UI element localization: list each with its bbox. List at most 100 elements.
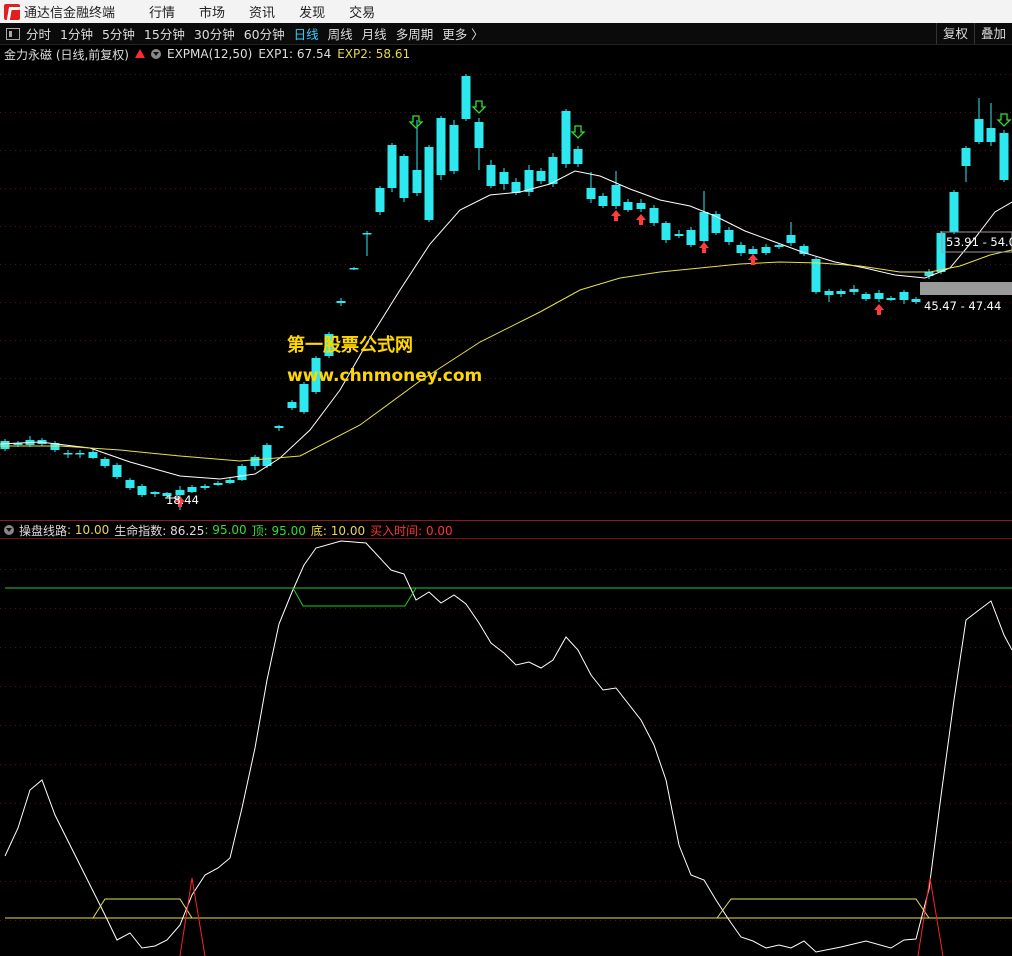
candle-body xyxy=(237,466,247,480)
candle-body xyxy=(724,230,734,242)
life-index-line xyxy=(4,540,1012,953)
exp1-line xyxy=(0,170,1012,480)
buy-time-label: 买入时间: 0.00 xyxy=(370,523,453,538)
low-price-label: 18.44 xyxy=(166,493,199,507)
candle-body xyxy=(250,457,260,466)
candle-body xyxy=(424,147,434,220)
candle-body xyxy=(274,426,284,428)
life-index-label: 生命指数: 86.25 xyxy=(114,523,205,538)
candle-body xyxy=(336,301,346,303)
candle-body xyxy=(287,402,297,408)
candle-body xyxy=(213,483,223,485)
bottom-zone-marker-2 xyxy=(716,898,930,919)
candle-body xyxy=(125,480,135,488)
candle-body xyxy=(461,76,471,119)
candle-body xyxy=(511,182,521,193)
bottom-zone-marker-1 xyxy=(92,898,193,919)
buy-signal-arrow xyxy=(611,210,621,221)
arrow-up-icon xyxy=(135,48,145,58)
candle-body xyxy=(636,203,646,209)
candle-body xyxy=(137,486,147,495)
candle-body xyxy=(686,230,696,245)
box-label-upper: 53.91 - 54.0 xyxy=(946,235,1012,249)
candle-body xyxy=(63,453,73,455)
candle-body xyxy=(961,148,971,166)
candle-body xyxy=(699,212,709,241)
candle-body xyxy=(661,223,671,240)
candle-body xyxy=(548,157,558,184)
candle-body xyxy=(187,487,197,492)
candle-body xyxy=(299,384,309,412)
sub-value-1: : 10.00 xyxy=(67,523,110,537)
sub-indicator-menu-icon[interactable] xyxy=(4,525,14,535)
buy-signal-arrow xyxy=(874,304,884,315)
signal-arrows xyxy=(175,100,1012,507)
bottom-level-label: 底: 10.00 xyxy=(310,523,366,538)
candle-body xyxy=(561,111,571,164)
watermark-url: www.chnmoney.com xyxy=(287,366,483,386)
candle-body xyxy=(474,122,484,148)
candle-body xyxy=(399,156,409,198)
main-chart-infobar: 金力永磁 (日线,前复权) EXPMA(12,50) EXP1: 67.54 E… xyxy=(0,45,416,63)
candle-body xyxy=(886,298,896,300)
exp2-line xyxy=(0,249,1012,462)
candle-body xyxy=(499,172,509,184)
candle-body xyxy=(861,294,871,299)
exp2-value: EXP2: 58.61 xyxy=(337,47,411,61)
candle-body xyxy=(375,188,385,212)
candle-body xyxy=(150,492,160,494)
candle-body xyxy=(88,452,98,458)
sub-value-3: : 95.00 xyxy=(204,523,247,537)
candle-body xyxy=(748,249,758,254)
stock-title: 金力永磁 (日线,前复权) xyxy=(4,47,129,62)
indicator-menu-icon[interactable] xyxy=(151,49,161,59)
chart-canvas[interactable]: 18.44 53.91 - 54.0 45.47 - 47.44 xyxy=(0,0,1012,956)
candle-body xyxy=(0,441,10,449)
buy-signal-arrow xyxy=(699,242,709,253)
candle-body xyxy=(412,170,422,193)
sub-indicator-name[interactable]: 操盘线路 xyxy=(19,522,67,539)
candle-body xyxy=(824,291,834,295)
box-label-lower: 45.47 - 47.44 xyxy=(924,299,1001,313)
candle-body xyxy=(573,149,583,164)
candle-body xyxy=(911,299,921,302)
candle-body xyxy=(899,292,909,300)
candle-body xyxy=(874,293,884,299)
sell-signal-arrow xyxy=(996,113,1012,127)
candle-body xyxy=(75,453,85,455)
candle-body xyxy=(262,445,272,466)
candle-body xyxy=(536,171,546,181)
candle-body xyxy=(200,486,210,488)
candle-body xyxy=(623,202,633,210)
indicator-name[interactable]: EXPMA(12,50) xyxy=(167,47,252,61)
candle-body xyxy=(225,480,235,483)
candle-body xyxy=(649,208,659,223)
exp1-value: EXP1: 67.54 xyxy=(258,47,332,61)
sub-chart-infobar: 操盘线路 : 10.00 生命指数: 86.25 : 95.00 顶: 95.0… xyxy=(0,521,458,539)
candle-body xyxy=(436,118,446,175)
candle-body xyxy=(387,145,397,188)
sell-signal-arrow xyxy=(570,125,586,139)
candle-body xyxy=(849,289,859,292)
top-zone-marker xyxy=(292,587,417,607)
candle-body xyxy=(836,291,846,294)
sell-signal-arrow xyxy=(471,100,487,114)
candle-body xyxy=(598,196,608,206)
candle-body xyxy=(986,128,996,142)
candle-body xyxy=(449,125,459,171)
sell-signal-arrow xyxy=(408,115,424,129)
candle-body xyxy=(349,268,359,270)
buy-signal-arrow xyxy=(636,214,646,225)
buy-time-spike-1 xyxy=(179,877,206,956)
candle-body xyxy=(486,165,496,186)
candle-body xyxy=(811,259,821,292)
price-zone-box xyxy=(920,282,1012,295)
candle-body xyxy=(736,245,746,253)
candle-body xyxy=(999,133,1009,180)
candle-body xyxy=(112,465,122,477)
sub-indicator-lines xyxy=(4,540,1012,956)
candle-body xyxy=(949,192,959,232)
candle-body xyxy=(761,247,771,253)
candle-body xyxy=(611,185,621,206)
expma-lines xyxy=(0,170,1012,480)
